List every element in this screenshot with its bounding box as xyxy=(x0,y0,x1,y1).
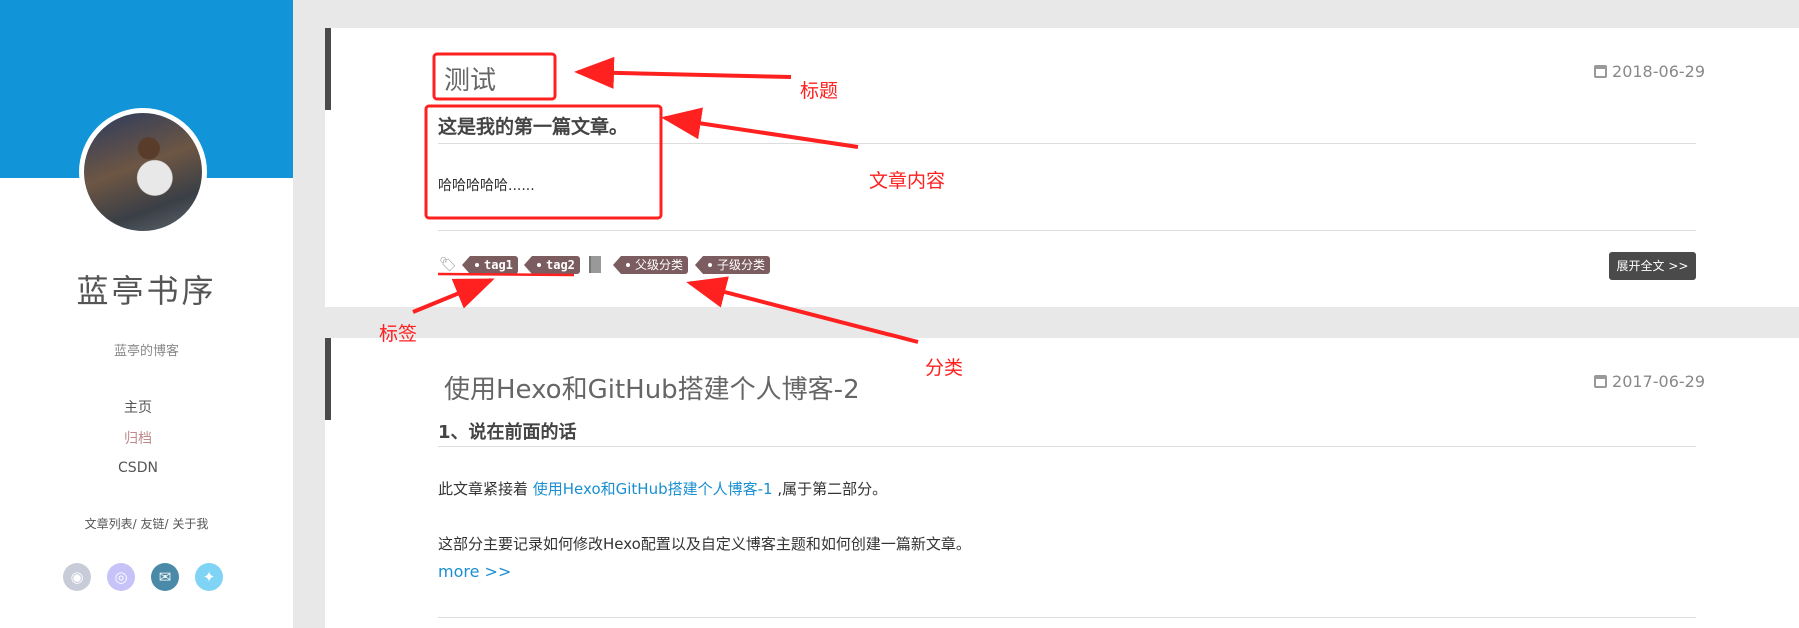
tag-tag1[interactable]: tag1 xyxy=(462,256,518,274)
avatar[interactable] xyxy=(79,108,207,236)
divider xyxy=(438,143,1696,144)
sidebar-links[interactable]: 文章列表/ 友链/ 关于我 xyxy=(0,515,293,532)
post-date: 2017-06-29 xyxy=(1594,372,1705,391)
post-excerpt: 哈哈哈哈哈...... xyxy=(438,178,535,194)
book-icon xyxy=(589,256,601,273)
github-icon[interactable]: ◉ xyxy=(63,563,91,591)
text: 此文章紧接着 xyxy=(438,480,533,498)
nav-csdn[interactable]: CSDN xyxy=(0,460,276,476)
annotation-label-content: 文章内容 xyxy=(869,170,946,192)
post-title[interactable]: 测试 xyxy=(444,60,496,97)
post-paragraph: 此文章紧接着 使用Hexo和GitHub搭建个人博客-1 ,属于第二部分。 xyxy=(438,478,887,499)
post-title[interactable]: 使用Hexo和GitHub搭建个人博客-2 xyxy=(444,369,860,406)
date-text: 2018-06-29 xyxy=(1612,62,1705,81)
read-more-button[interactable]: 展开全文 >> xyxy=(1609,252,1696,280)
divider xyxy=(438,230,1696,231)
sidebar: 蓝亭书序 蓝亭的博客 主页 归档 CSDN 文章列表/ 友链/ 关于我 ◉ ◎ … xyxy=(0,0,293,628)
more-link[interactable]: more >> xyxy=(438,562,511,581)
calendar-icon xyxy=(1594,375,1608,388)
weibo-icon[interactable]: ◎ xyxy=(107,563,135,591)
post-heading: 1、说在前面的话 xyxy=(438,422,577,443)
category-child[interactable]: 子级分类 xyxy=(694,256,771,274)
annotation-label-tags: 标签 xyxy=(379,323,418,345)
calendar-icon xyxy=(1594,65,1608,78)
mail-icon[interactable]: ✉ xyxy=(151,563,179,591)
twitter-icon[interactable]: ✦ xyxy=(195,563,223,591)
divider xyxy=(438,446,1696,447)
tag-tag2[interactable]: tag2 xyxy=(524,256,580,274)
nav-archive[interactable]: 归档 xyxy=(0,428,276,448)
card-accent-bar xyxy=(325,338,331,420)
post-heading: 这是我的第一篇文章。 xyxy=(438,116,629,138)
card-accent-bar xyxy=(325,28,331,110)
nav-home[interactable]: 主页 xyxy=(0,397,276,417)
annotation-label-categories: 分类 xyxy=(925,357,964,379)
post-link[interactable]: 使用Hexo和GitHub搭建个人博客-1 xyxy=(533,480,773,498)
date-text: 2017-06-29 xyxy=(1612,372,1705,391)
annotation-label-title: 标题 xyxy=(800,80,839,102)
post-date: 2018-06-29 xyxy=(1594,62,1705,81)
site-subtitle: 蓝亭的博客 xyxy=(113,344,179,359)
post-paragraph: 这部分主要记录如何修改Hexo配置以及自定义博客主题和如何创建一篇新文章。 xyxy=(438,535,971,553)
divider xyxy=(438,617,1696,618)
category-parent[interactable]: 父级分类 xyxy=(612,256,689,274)
site-name[interactable]: 蓝亭书序 xyxy=(0,266,293,312)
tag-icon: 🏷 xyxy=(439,257,457,273)
text: ,属于第二部分。 xyxy=(772,480,888,498)
